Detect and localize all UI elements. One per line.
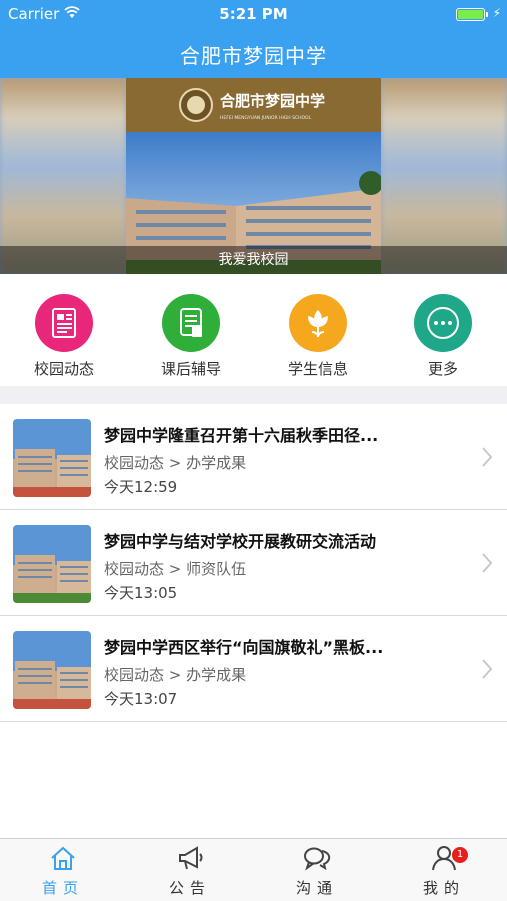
news-title: 梦园中学隆重召开第十六届秋季田径... <box>104 426 379 445</box>
page-title: 合肥市梦园中学 <box>180 44 327 68</box>
news-time: 今天12:59 <box>104 478 178 496</box>
quick-menu: 校园动态 课后辅导 学生信息 更多 <box>0 274 507 386</box>
menu-label: 校园动态 <box>33 360 94 378</box>
news-thumbnail <box>13 631 91 709</box>
banner-next-image <box>381 78 507 274</box>
list-item[interactable]: 梦园中学隆重召开第十六届秋季田径... 校园动态 > 办学成果 今天12:59 <box>0 404 507 510</box>
tab-home[interactable]: 首页 <box>0 845 126 898</box>
chevron-right-icon <box>482 447 493 467</box>
document-icon <box>162 294 220 352</box>
menu-label: 学生信息 <box>287 360 348 378</box>
menu-item-student-info[interactable]: 学生信息 <box>268 294 368 379</box>
battery-icon <box>456 8 485 21</box>
menu-label: 更多 <box>427 360 458 378</box>
charging-icon: ⚡ <box>492 6 501 20</box>
tab-announcements[interactable]: 公告 <box>127 845 253 898</box>
tab-communication[interactable]: 沟通 <box>254 845 380 898</box>
status-time: 5:21 PM <box>219 5 288 23</box>
news-title: 梦园中学西区举行“向国旗敬礼”黑板... <box>104 638 384 657</box>
tab-bar: 首页 公告 沟通 1 我的 <box>0 838 507 901</box>
menu-label: 课后辅导 <box>160 360 221 378</box>
section-divider <box>0 386 507 404</box>
megaphone-icon <box>179 846 203 870</box>
menu-item-more[interactable]: 更多 <box>393 294 493 379</box>
tab-me[interactable]: 1 我的 <box>381 845 507 898</box>
banner-prev-image <box>0 78 126 274</box>
status-bar: Carrier 5:21 PM ⚡ <box>0 0 507 28</box>
banner-image: 合肥市梦园中学 HEFEI MENGYUAN JUNIOR HIGH SCHOO… <box>126 78 381 274</box>
flower-icon <box>289 294 347 352</box>
news-time: 今天13:07 <box>104 690 178 708</box>
banner-school-name: 合肥市梦园中学 <box>219 92 325 110</box>
news-title: 梦园中学与结对学校开展教研交流活动 <box>104 532 377 551</box>
chat-icon <box>304 847 331 871</box>
news-thumbnail <box>13 419 91 497</box>
menu-item-tutoring[interactable]: 课后辅导 <box>141 294 241 379</box>
news-category: 校园动态 > 办学成果 <box>104 666 247 684</box>
news-category: 校园动态 > 师资队伍 <box>104 560 247 578</box>
banner-carousel[interactable]: 合肥市梦园中学 HEFEI MENGYUAN JUNIOR HIGH SCHOO… <box>0 78 507 274</box>
newspaper-icon <box>35 294 93 352</box>
news-list: 梦园中学隆重召开第十六届秋季田径... 校园动态 > 办学成果 今天12:59 … <box>0 404 507 722</box>
banner-caption: 我爱我校园 <box>218 252 289 268</box>
tab-label: 沟通 <box>295 879 338 897</box>
chevron-right-icon <box>482 659 493 679</box>
home-icon <box>51 846 75 870</box>
chevron-right-icon <box>482 553 493 573</box>
news-category: 校园动态 > 办学成果 <box>104 454 247 472</box>
more-icon <box>414 294 472 352</box>
menu-item-campus-news[interactable]: 校园动态 <box>14 294 114 379</box>
news-time: 今天13:05 <box>104 584 178 602</box>
notification-badge: 1 <box>452 847 468 863</box>
nav-bar: 合肥市梦园中学 <box>0 28 507 78</box>
tab-label: 我的 <box>422 879 465 897</box>
tab-label: 公告 <box>168 879 211 897</box>
news-thumbnail <box>13 525 91 603</box>
list-item[interactable]: 梦园中学西区举行“向国旗敬礼”黑板... 校园动态 > 办学成果 今天13:07 <box>0 616 507 722</box>
banner-school-name-en: HEFEI MENGYUAN JUNIOR HIGH SCHOOL <box>220 115 312 121</box>
list-item[interactable]: 梦园中学与结对学校开展教研交流活动 校园动态 > 师资队伍 今天13:05 <box>0 510 507 616</box>
tab-label: 首页 <box>41 879 84 897</box>
